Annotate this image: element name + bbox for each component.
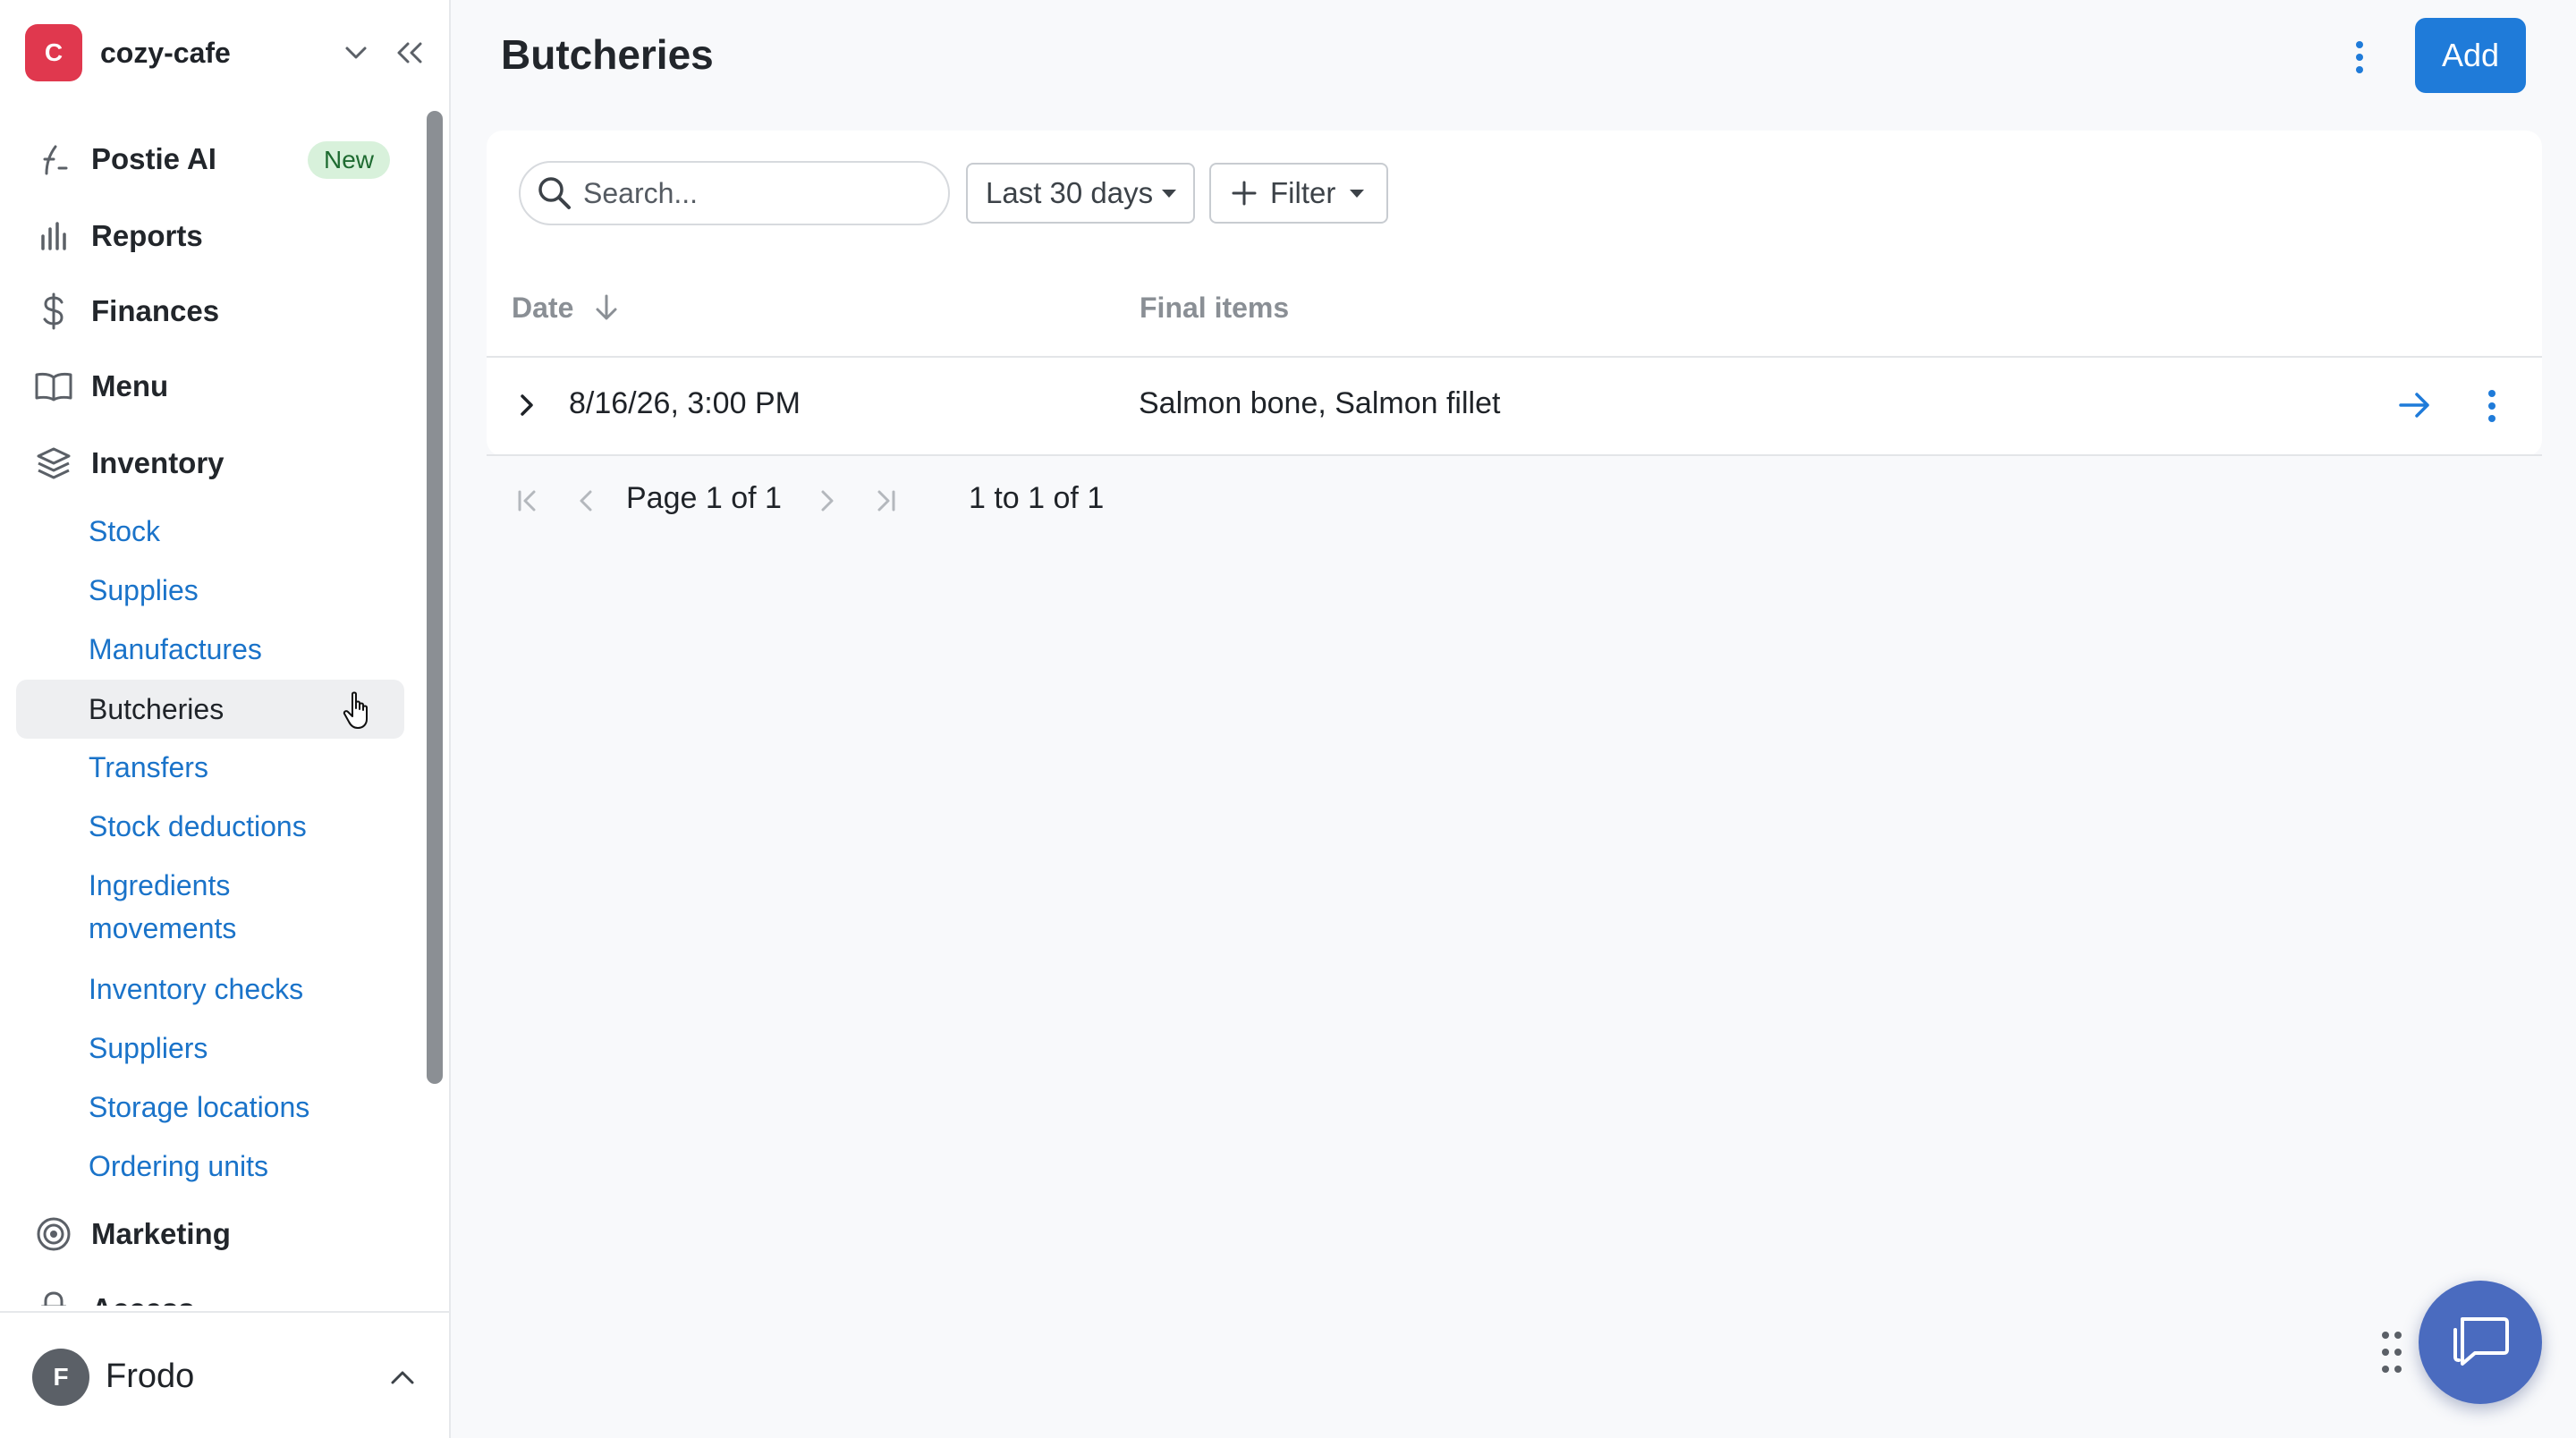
layers-icon [32, 442, 75, 485]
sidebar-subitem-supplies[interactable]: Supplies [89, 569, 199, 612]
page-title: Butcheries [501, 31, 714, 78]
sidebar-scrollbar-thumb[interactable] [427, 111, 443, 1084]
sidebar-subitem-transfers[interactable]: Transfers [89, 746, 208, 789]
sidebar-subitem-suppliers[interactable]: Suppliers [89, 1027, 208, 1070]
sidebar-item-label: Finances [91, 294, 220, 327]
table-divider [487, 454, 2542, 456]
bar-chart-icon [32, 215, 75, 258]
sidebar-subitem-stock[interactable]: Stock [89, 510, 160, 553]
sidebar-item-inventory[interactable]: Inventory [32, 436, 390, 490]
date-range-dropdown[interactable]: Last 30 days [966, 163, 1195, 224]
next-page-icon[interactable] [809, 481, 844, 520]
book-icon [32, 365, 75, 408]
sidebar-subitem-stock-deductions[interactable]: Stock deductions [89, 805, 307, 848]
caret-down-icon [1162, 189, 1177, 198]
sidebar-subitem-storage-locations[interactable]: Storage locations [89, 1086, 309, 1129]
expand-row-icon[interactable] [512, 390, 542, 425]
hand-cursor-icon [342, 690, 374, 732]
sidebar-subitem-ingredients-movements[interactable]: Ingredients [89, 864, 230, 907]
sidebar-item-reports[interactable]: Reports [32, 209, 390, 263]
sidebar-item-label: Postie AI [91, 142, 216, 175]
sidebar-item-label: Marketing [91, 1217, 231, 1250]
more-options-icon[interactable] [2338, 32, 2381, 82]
sidebar-item-finances[interactable]: Finances [32, 284, 390, 338]
avatar: F [32, 1349, 89, 1406]
lock-icon [32, 1288, 75, 1306]
date-range-label: Last 30 days [986, 176, 1154, 209]
column-header-final-items[interactable]: Final items [1140, 292, 1289, 325]
sort-descending-icon[interactable] [594, 293, 619, 326]
new-badge: New [307, 141, 390, 179]
search-box[interactable] [519, 161, 950, 225]
user-menu[interactable]: F Frodo [0, 1311, 449, 1438]
sidebar-item-label: Access [91, 1292, 195, 1306]
sidebar-subitem-inventory-checks[interactable]: Inventory checks [89, 968, 303, 1011]
page-indicator: Page 1 of 1 [626, 481, 782, 515]
chat-icon [2453, 1317, 2509, 1366]
row-final-items: Salmon bone, Salmon fillet [1139, 386, 1501, 420]
sidebar-item-menu[interactable]: Menu [32, 360, 390, 413]
column-header-date[interactable]: Date [512, 292, 573, 325]
drag-handle-icon[interactable] [2379, 1329, 2404, 1375]
chat-support-button[interactable] [2419, 1281, 2542, 1404]
last-page-icon[interactable] [868, 481, 903, 520]
sidebar-item-marketing[interactable]: Marketing [32, 1207, 390, 1261]
postie-ai-icon [32, 138, 75, 181]
user-name: Frodo [106, 1358, 195, 1395]
sidebar: C cozy-cafe Postie AI New Reports Financ… [0, 0, 451, 1438]
search-icon [535, 173, 574, 213]
caret-down-icon [1350, 189, 1365, 198]
sidebar-item-access[interactable]: Access [32, 1282, 390, 1306]
sidebar-item-label: Inventory [91, 446, 225, 479]
filter-label: Filter [1270, 176, 1336, 209]
open-row-arrow-icon[interactable] [2397, 388, 2433, 427]
add-button[interactable]: Add [2415, 18, 2526, 93]
plus-icon [1232, 181, 1257, 206]
first-page-icon[interactable] [510, 481, 546, 520]
sidebar-subitem-ordering-units[interactable]: Ordering units [89, 1145, 268, 1188]
search-input[interactable] [581, 175, 925, 211]
chevron-up-icon[interactable] [385, 1359, 420, 1395]
table-divider [487, 356, 2542, 358]
range-indicator: 1 to 1 of 1 [969, 481, 1105, 515]
filter-button[interactable]: Filter [1209, 163, 1388, 224]
sidebar-nav: Postie AI New Reports Finances Menu Inve… [0, 0, 424, 1306]
sidebar-subitem-butcheries[interactable]: Butcheries [89, 688, 224, 731]
dollar-icon [32, 290, 75, 333]
sidebar-subitem-manufactures[interactable]: Manufactures [89, 628, 262, 671]
row-date: 8/16/26, 3:00 PM [569, 386, 801, 420]
sidebar-item-label: Reports [91, 219, 203, 252]
sidebar-subitem-ingredients-movements-line2[interactable]: movements [89, 907, 236, 950]
previous-page-icon[interactable] [569, 481, 605, 520]
sidebar-item-postie-ai[interactable]: Postie AI New [32, 132, 390, 186]
row-more-options-icon[interactable] [2487, 388, 2497, 428]
sidebar-item-label: Menu [91, 369, 169, 402]
target-icon [32, 1213, 75, 1256]
